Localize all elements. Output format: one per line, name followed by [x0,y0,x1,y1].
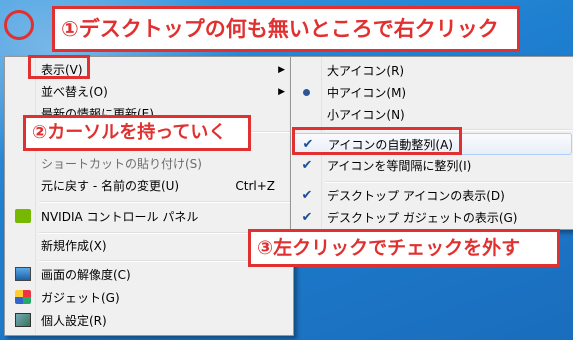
checkmark-icon: ✔ [301,158,313,173]
menu-item-nvidia[interactable]: NVIDIA コントロール パネル [7,206,291,228]
checkmark-icon: ✔ [301,210,313,225]
menu-item-gadgets[interactable]: ガジェット(G) [7,287,291,309]
auto-arrange-highlight-box [292,127,462,155]
checkmark-icon: ✔ [301,188,313,203]
display-icon [15,267,31,281]
submenu-item-show-desktop-icons[interactable]: ✔ デスクトップ アイコンの表示(D) [293,185,572,207]
submenu-item-small-icons[interactable]: 小アイコン(N) [293,104,572,126]
step1-callout: ①デスクトップの何も無いところで右クリック [52,6,520,52]
step2-callout: ②カーソルを持っていく [23,115,251,151]
menu-separator [39,201,291,203]
nvidia-icon [15,209,31,223]
gadget-icon [15,290,31,304]
submenu-item-medium-icons[interactable]: 中アイコン(M) [293,82,572,104]
personalize-icon [15,313,31,327]
desktop-context-menu: 表示(V) ▶ 並べ替え(O) ▶ 最新の情報に更新(E) ショートカットの貼り… [4,56,294,336]
right-click-marker [4,10,34,40]
submenu-arrow-icon: ▶ [278,65,285,75]
menu-item-personalize[interactable]: 個人設定(R) [7,310,291,332]
menu-item-screen-resolution[interactable]: 画面の解像度(C) [7,264,291,286]
shortcut-key: Ctrl+Z [235,179,275,193]
menu-item-undo-rename[interactable]: 元に戻す - 名前の変更(U) Ctrl+Z [7,175,291,197]
view-highlight-box [28,55,90,79]
submenu-item-align-to-grid[interactable]: ✔ アイコンを等間隔に整列(I) [293,155,572,177]
submenu-arrow-icon: ▶ [278,87,285,97]
submenu-item-show-gadgets[interactable]: ✔ デスクトップ ガジェットの表示(G) [293,207,572,229]
radio-bullet-icon [303,89,310,96]
menu-item-paste-shortcut: ショートカットの貼り付け(S) [41,157,202,171]
step3-callout: ③左クリックでチェックを外す [248,229,560,267]
menu-separator [325,181,572,183]
submenu-item-large-icons[interactable]: 大アイコン(R) [293,60,572,82]
menu-item-sort-by[interactable]: 並べ替え(O) ▶ [7,81,291,103]
